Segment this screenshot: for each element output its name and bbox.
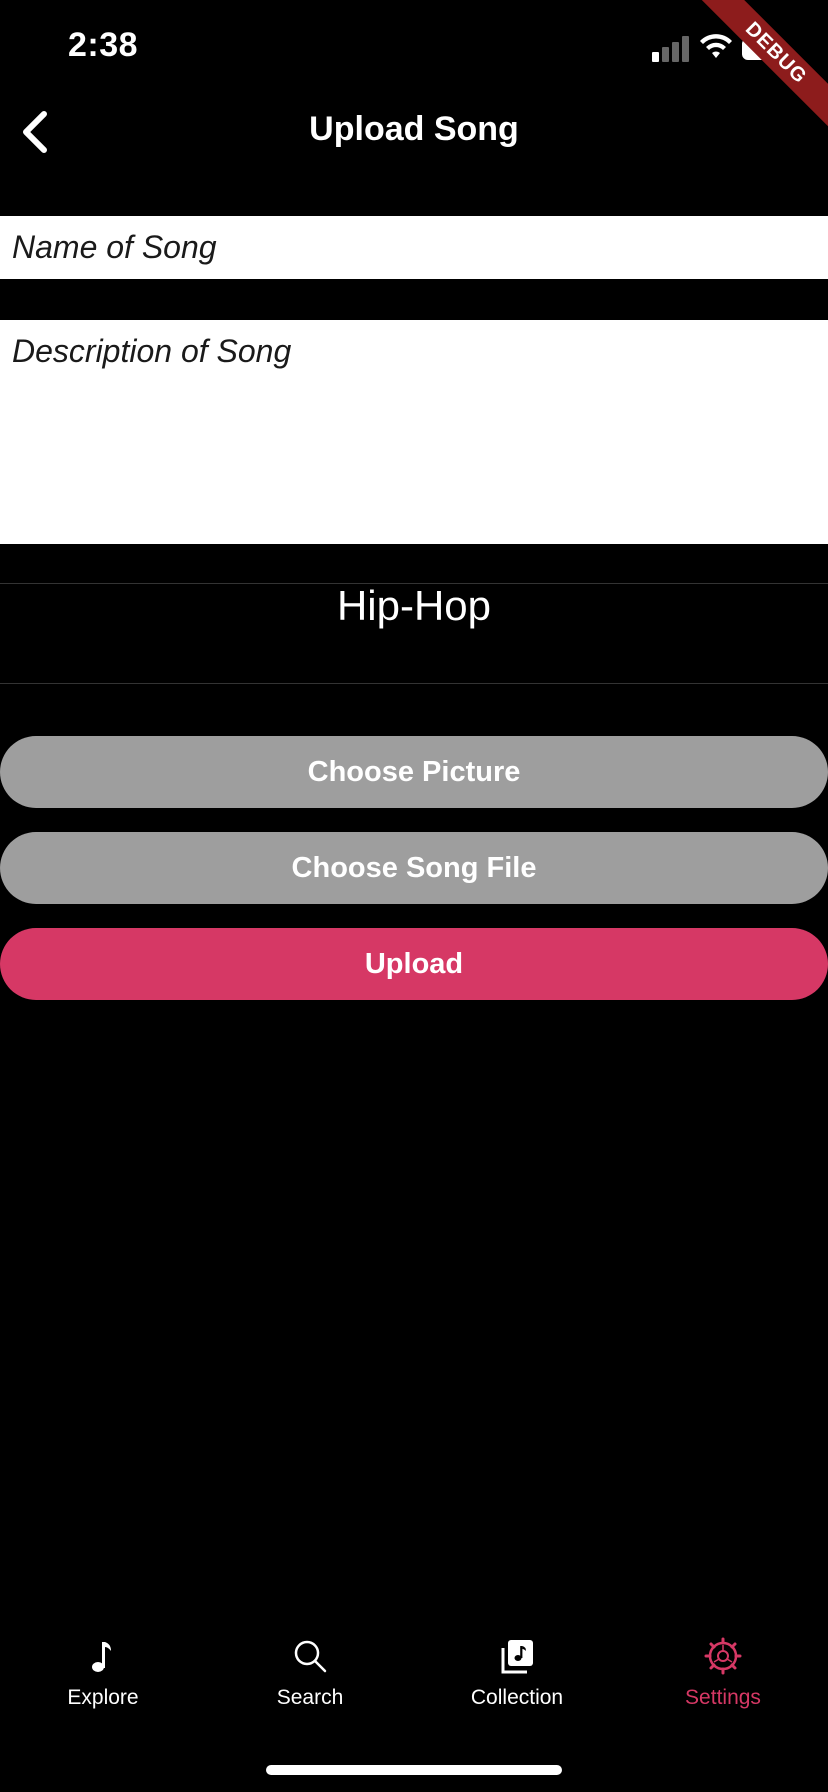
gear-icon [704,1637,742,1675]
collection-icon [501,1640,533,1674]
nav-label-explore: Explore [67,1686,139,1709]
home-indicator[interactable] [266,1765,562,1775]
nav-label-settings: Settings [685,1686,761,1709]
song-name-input[interactable] [0,216,828,279]
search-icon [294,1640,327,1673]
wifi-icon [700,34,732,58]
nav-item-search[interactable]: Search [240,1636,380,1726]
page-title: Upload Song [309,110,519,148]
music-note-icon [92,1642,111,1672]
choose-picture-button[interactable]: Choose Picture [0,736,828,808]
nav-label-collection: Collection [470,1686,564,1709]
choose-song-file-button[interactable]: Choose Song File [0,832,828,904]
upload-button[interactable]: Upload [0,928,828,1000]
genre-picker-bottom-divider [0,683,828,684]
status-time: 2:38 [68,26,139,64]
nav-item-settings[interactable]: Settings [653,1636,793,1726]
nav-item-collection[interactable]: Collection [447,1636,587,1726]
nav-item-explore[interactable]: Explore [33,1636,173,1726]
song-description-input[interactable] [0,320,828,544]
genre-picker[interactable]: Hip-Hop [0,582,828,630]
cellular-signal-icon [652,36,689,62]
nav-label-search: Search [276,1686,344,1709]
